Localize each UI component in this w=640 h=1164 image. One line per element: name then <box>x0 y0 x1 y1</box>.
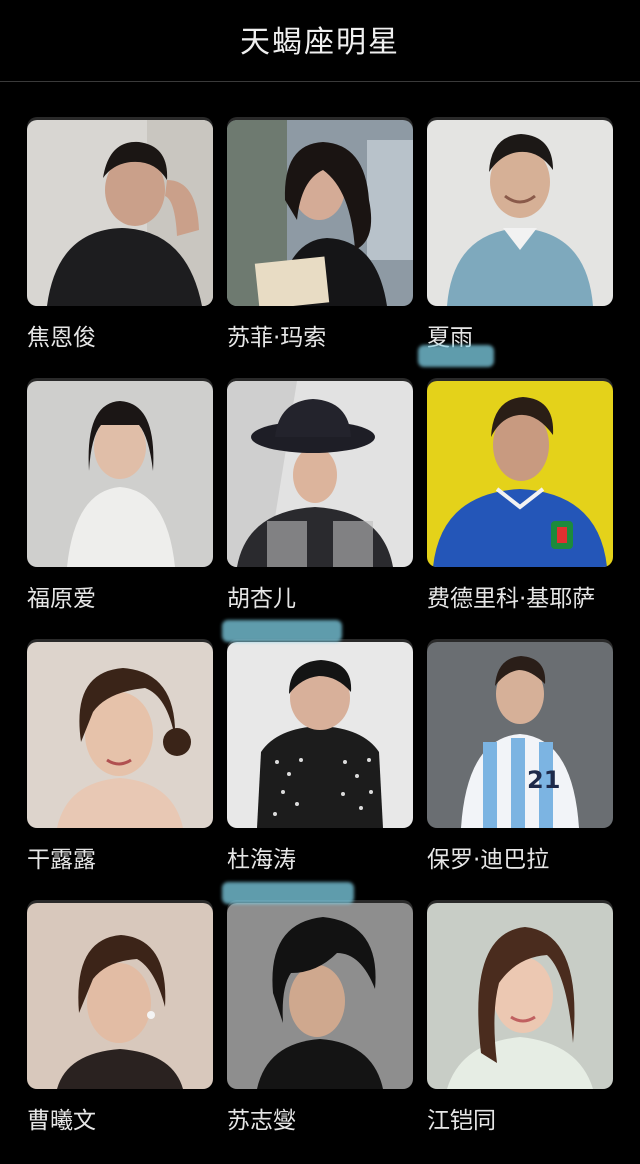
highlight-mark <box>418 345 494 367</box>
celebrity-name: 苏菲·玛索 <box>227 325 327 351</box>
celebrity-name: 曹曦文 <box>27 1108 96 1134</box>
celebrity-photo[interactable] <box>27 381 213 567</box>
celebrity-card[interactable]: 曹曦文 <box>27 903 213 1164</box>
celebrity-card[interactable]: 苏菲·玛索 <box>227 120 413 381</box>
celebrity-name: 江铠同 <box>427 1108 496 1134</box>
celebrity-photo[interactable] <box>227 642 413 828</box>
celebrity-photo[interactable] <box>27 903 213 1089</box>
app-header: 天蝎座明星 <box>0 0 640 82</box>
celebrity-card[interactable]: 江铠同 <box>427 903 613 1164</box>
celebrity-card[interactable]: 苏志燮 <box>227 903 413 1164</box>
celebrity-photo[interactable] <box>27 120 213 306</box>
celebrity-name: 苏志燮 <box>227 1108 296 1134</box>
celebrity-card[interactable]: 夏雨 <box>427 120 613 381</box>
celebrity-photo[interactable] <box>427 381 613 567</box>
celebrity-photo[interactable] <box>427 120 613 306</box>
celebrity-card[interactable]: 胡杏儿 <box>227 381 413 642</box>
celebrity-grid: 焦恩俊 苏菲·玛索 夏雨 福原爱 胡杏儿 费德里科·基耶萨 干露露 杜海涛 21… <box>27 120 627 1164</box>
svg-text:21: 21 <box>527 766 560 794</box>
celebrity-photo[interactable] <box>27 642 213 828</box>
celebrity-name: 干露露 <box>27 847 96 873</box>
celebrity-card[interactable]: 21 保罗·迪巴拉 <box>427 642 613 903</box>
celebrity-photo[interactable] <box>227 903 413 1089</box>
celebrity-name: 焦恩俊 <box>27 325 96 351</box>
celebrity-card[interactable]: 焦恩俊 <box>27 120 213 381</box>
celebrity-name: 胡杏儿 <box>227 586 296 612</box>
celebrity-photo[interactable] <box>227 381 413 567</box>
celebrity-photo[interactable] <box>227 120 413 306</box>
celebrity-name: 杜海涛 <box>227 847 296 873</box>
celebrity-name: 费德里科·基耶萨 <box>427 586 596 612</box>
celebrity-card[interactable]: 福原爱 <box>27 381 213 642</box>
celebrity-photo[interactable] <box>427 903 613 1089</box>
celebrity-name: 保罗·迪巴拉 <box>427 847 550 873</box>
celebrity-name: 福原爱 <box>27 586 96 612</box>
celebrity-card[interactable]: 费德里科·基耶萨 <box>427 381 613 642</box>
highlight-mark <box>222 620 342 642</box>
highlight-mark <box>222 882 354 904</box>
celebrity-card[interactable]: 干露露 <box>27 642 213 903</box>
celebrity-photo[interactable]: 21 <box>427 642 613 828</box>
celebrity-card[interactable]: 杜海涛 <box>227 642 413 903</box>
page-title: 天蝎座明星 <box>240 24 400 60</box>
